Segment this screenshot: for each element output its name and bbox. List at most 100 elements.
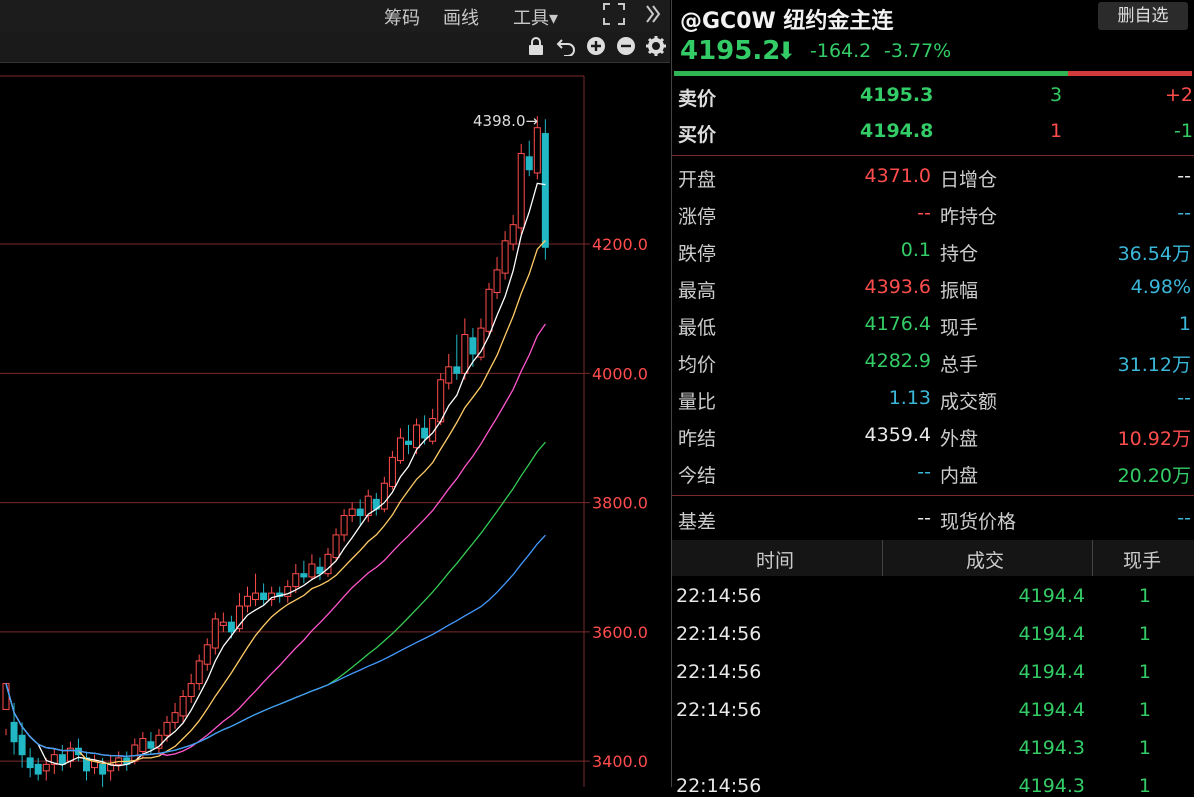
candle-body	[340, 515, 348, 536]
stat-label: 内盘	[940, 465, 979, 487]
tick-price: 4194.3	[1018, 775, 1085, 797]
candle-body	[396, 437, 404, 462]
stat-label: 日增仓	[940, 169, 998, 191]
col-volume[interactable]: 现手	[1123, 546, 1161, 573]
bid-price: 4194.8	[860, 120, 934, 142]
candle-body	[493, 269, 501, 294]
ask-price: 4195.3	[860, 84, 934, 106]
zoom-out-icon[interactable]	[615, 36, 637, 58]
zoom-in-icon[interactable]	[585, 36, 607, 58]
stat-value: 36.54万	[1117, 243, 1191, 265]
last-price: 4195.2	[680, 36, 781, 66]
stat-value: --	[917, 202, 931, 224]
candle-body	[541, 133, 549, 248]
candle-body	[469, 337, 477, 355]
candle-body	[445, 366, 453, 384]
stat-value: 4.98%	[1130, 276, 1191, 298]
candle-body	[437, 379, 445, 423]
candle-body	[99, 763, 107, 775]
divider	[672, 495, 1194, 496]
candle-body	[260, 592, 268, 601]
stat-label: 持仓	[940, 243, 979, 265]
ma-line	[5, 534, 546, 757]
candle-body	[453, 366, 461, 374]
tick-time: 22:14:56	[676, 775, 762, 797]
col-price[interactable]: 成交	[966, 546, 1004, 573]
stat-value: 4282.9	[864, 350, 931, 372]
chart-panel: 筹码 画线 工具▾ 4200.0 4000.0 3800.0 3600.0 3400.0…	[0, 0, 670, 787]
tick-volume: 1	[1138, 585, 1151, 607]
stat-value: 1	[1178, 313, 1191, 335]
tick-volume: 1	[1138, 661, 1151, 683]
lock-icon[interactable]	[525, 36, 547, 58]
stat-label: 现手	[940, 317, 979, 339]
buy-sell-ratio-bar	[674, 71, 1192, 76]
gear-icon[interactable]	[645, 36, 667, 58]
candle-body	[517, 153, 525, 229]
tick-price: 4194.4	[1018, 623, 1085, 645]
tools-menu-button[interactable]: 工具▾	[513, 4, 558, 30]
candle-body	[227, 621, 235, 633]
candle-body	[139, 738, 147, 752]
ask-delta: +2	[1164, 84, 1193, 106]
candle-body	[187, 683, 195, 698]
fullscreen-icon[interactable]	[602, 2, 626, 31]
y-tick-label: 4200.0	[592, 235, 648, 254]
col-time[interactable]: 时间	[756, 546, 794, 573]
draw-line-button[interactable]: 画线	[443, 4, 479, 30]
tick-price: 4194.4	[1018, 661, 1085, 683]
tick-time: 22:14:56	[676, 661, 762, 683]
ask-qty: 3	[1050, 84, 1063, 106]
high-annotation: 4398.0→	[473, 112, 538, 130]
candle-body	[26, 757, 34, 769]
ask-label: 卖价	[678, 88, 717, 110]
candle-body	[405, 440, 412, 445]
price-change: -164.2	[810, 40, 872, 62]
candle-body	[461, 334, 469, 374]
tick-time: 22:14:56	[676, 623, 762, 645]
candle-body	[525, 156, 533, 171]
candle-body	[211, 618, 219, 649]
candle-body	[308, 563, 316, 578]
bid-label: 买价	[678, 124, 717, 146]
candle-body	[356, 508, 364, 517]
stat-value: 1.13	[888, 387, 931, 409]
candle-body	[42, 763, 50, 772]
candle-body	[485, 288, 493, 332]
candle-body	[421, 427, 429, 439]
remove-watchlist-button[interactable]: 删自选	[1098, 2, 1188, 30]
stat-value: 4359.4	[864, 424, 931, 446]
tick-volume: 1	[1138, 737, 1151, 759]
divider	[672, 155, 1194, 156]
stat-label: 量比	[678, 391, 717, 413]
ma-line	[5, 441, 546, 757]
y-tick-label: 3800.0	[592, 494, 648, 513]
candle-body	[477, 327, 485, 358]
candle-body	[179, 696, 187, 717]
candle-body	[163, 721, 171, 736]
candle-body	[388, 456, 396, 487]
chip-distribution-button[interactable]: 筹码	[384, 4, 420, 30]
stat-label: 最高	[678, 280, 717, 302]
stat-value: 31.12万	[1117, 354, 1191, 376]
instrument-title: @GC0W 纽约金主连	[680, 9, 894, 34]
tick-volume: 1	[1138, 775, 1151, 797]
stat-value: 20.20万	[1117, 465, 1191, 487]
double-chevron-right-icon[interactable]	[645, 2, 661, 31]
stat-label: 最低	[678, 317, 717, 339]
spot-price-value: --	[1177, 507, 1191, 529]
undo-icon[interactable]	[555, 36, 577, 58]
stat-value: --	[1177, 202, 1191, 224]
candle-body	[292, 573, 300, 588]
tick-time: 22:14:56	[676, 585, 762, 607]
tick-volume: 1	[1138, 699, 1151, 721]
candle-body	[380, 482, 388, 510]
candlestick-chart[interactable]: 4200.0 4000.0 3800.0 3600.0 3400.0 4398.0→	[0, 62, 670, 787]
candle-body	[171, 712, 179, 723]
basis-value: --	[917, 507, 931, 529]
candle-body	[252, 592, 260, 601]
candle-body	[10, 721, 18, 743]
stat-label: 总手	[940, 354, 979, 376]
candle-body	[219, 621, 227, 626]
y-tick-label: 3400.0	[592, 752, 648, 771]
